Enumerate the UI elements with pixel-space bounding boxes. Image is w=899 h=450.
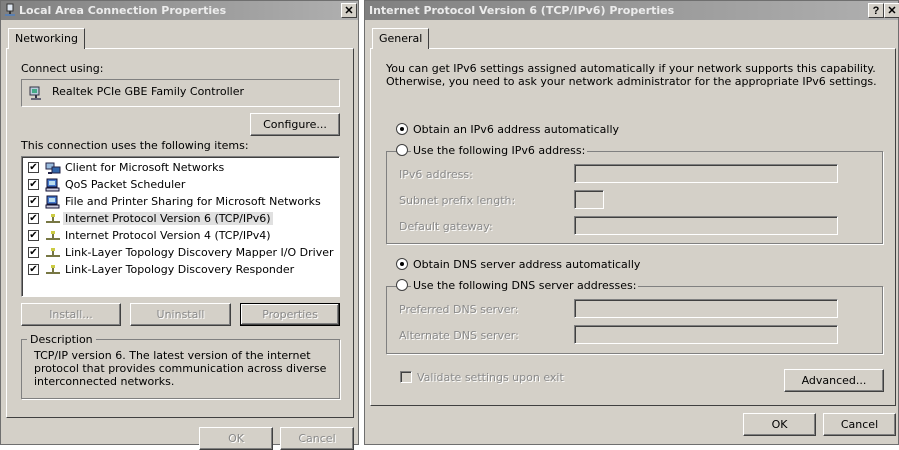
use-following-dns-radio[interactable] xyxy=(396,279,408,291)
right-title-bar[interactable]: Internet Protocol Version 6 (TCP/IPv6) P… xyxy=(365,1,898,20)
left-close-button[interactable]: ✕ xyxy=(341,3,357,18)
adapter-name: Realtek PCIe GBE Family Controller xyxy=(52,85,245,98)
list-item-label: Internet Protocol Version 4 (TCP/IPv4) xyxy=(65,229,271,242)
obtain-ipv6-auto-radio[interactable] xyxy=(396,123,408,135)
description-title: Description xyxy=(27,333,96,346)
uninstall-button[interactable]: Uninstall xyxy=(130,303,231,326)
tab-general[interactable]: General xyxy=(372,28,430,49)
item-checkbox[interactable]: ✔ xyxy=(28,264,39,275)
network-connection-icon xyxy=(4,3,16,17)
alternate-dns-label: Alternate DNS server: xyxy=(399,329,519,342)
obtain-dns-auto-label: Obtain DNS server address automatically xyxy=(413,258,641,271)
alternate-dns-field[interactable] xyxy=(574,325,838,344)
tab-general-label: General xyxy=(379,32,423,45)
properties-button[interactable]: Properties xyxy=(240,303,340,326)
list-item-label: Link-Layer Topology Discovery Mapper I/O… xyxy=(65,246,334,259)
help-button[interactable]: ? xyxy=(868,3,884,18)
network-adapter-icon xyxy=(28,85,44,101)
network-protocol-icon xyxy=(45,228,61,244)
item-checkbox[interactable]: ✔ xyxy=(28,179,39,190)
configure-button[interactable]: Configure... xyxy=(250,113,340,136)
item-checkbox[interactable]: ✔ xyxy=(28,196,39,207)
use-following-ipv6-radio[interactable] xyxy=(396,144,408,156)
connection-items-list[interactable]: ✔ Client for Microsoft Networks ✔ QoS Packe… xyxy=(21,156,340,297)
radio-selected-dot xyxy=(400,127,404,131)
install-button[interactable]: Install... xyxy=(21,303,121,326)
tab-networking[interactable]: Networking xyxy=(8,28,85,49)
network-service-icon xyxy=(45,177,61,193)
list-item-label: QoS Packet Scheduler xyxy=(65,178,186,191)
validate-settings-checkbox[interactable] xyxy=(400,371,412,383)
left-window-title: Local Area Connection Properties xyxy=(19,4,227,17)
obtain-ipv6-auto-label: Obtain an IPv6 address automatically xyxy=(413,123,620,136)
subnet-prefix-field[interactable] xyxy=(574,190,604,209)
radio-selected-dot xyxy=(400,262,404,266)
default-gateway-field[interactable] xyxy=(574,216,838,235)
obtain-dns-auto-radio[interactable] xyxy=(396,258,408,270)
left-title-bar[interactable]: Local Area Connection Properties xyxy=(1,1,358,20)
item-checkbox[interactable]: ✔ xyxy=(28,230,39,241)
list-item-label: Client for Microsoft Networks xyxy=(65,161,225,174)
list-item-label: Internet Protocol Version 6 (TCP/IPv6) xyxy=(63,212,273,225)
network-protocol-icon xyxy=(45,262,61,278)
right-window-title: Internet Protocol Version 6 (TCP/IPv6) P… xyxy=(369,4,675,17)
network-protocol-icon xyxy=(45,211,61,227)
tab-networking-label: Networking xyxy=(15,32,78,45)
default-gateway-label: Default gateway: xyxy=(399,220,493,233)
preferred-dns-label: Preferred DNS server: xyxy=(399,303,519,316)
right-ok-button[interactable]: OK xyxy=(743,413,816,436)
right-close-button[interactable]: ✕ xyxy=(884,3,899,18)
ipv6-address-field[interactable] xyxy=(574,164,838,183)
item-checkbox[interactable]: ✔ xyxy=(28,162,39,173)
list-item-label: Link-Layer Topology Discovery Responder xyxy=(65,263,295,276)
ipv6-address-label: IPv6 address: xyxy=(399,168,473,181)
item-checkbox[interactable]: ✔ xyxy=(28,247,39,258)
connect-using-label: Connect using: xyxy=(21,62,104,75)
intro-text-line2: Otherwise, you need to ask your network … xyxy=(386,75,877,88)
ipv6-properties-window: Internet Protocol Version 6 (TCP/IPv6) P… xyxy=(364,0,899,445)
network-protocol-icon xyxy=(45,245,61,261)
network-service-icon xyxy=(45,194,61,210)
items-label: This connection uses the following items… xyxy=(21,139,249,152)
advanced-button[interactable]: Advanced... xyxy=(784,369,884,392)
right-cancel-button[interactable]: Cancel xyxy=(823,413,896,436)
intro-text-line1: You can get IPv6 settings assigned autom… xyxy=(386,62,876,75)
network-client-icon xyxy=(45,160,61,176)
item-checkbox[interactable]: ✔ xyxy=(28,213,39,224)
left-ok-button[interactable]: OK xyxy=(199,427,273,450)
validate-settings-label: Validate settings upon exit xyxy=(417,371,564,384)
preferred-dns-field[interactable] xyxy=(574,299,838,318)
subnet-prefix-label: Subnet prefix length: xyxy=(399,194,516,207)
adapter-box: Realtek PCIe GBE Family Controller xyxy=(21,79,340,107)
use-following-dns-label: Use the following DNS server addresses: xyxy=(411,279,639,292)
list-item-label: File and Printer Sharing for Microsoft N… xyxy=(65,195,321,208)
description-text: TCP/IP version 6. The latest version of … xyxy=(34,349,327,388)
local-area-connection-properties-window: Local Area Connection Properties ✕ Netwo… xyxy=(0,0,359,450)
left-cancel-button[interactable]: Cancel xyxy=(280,427,354,450)
use-following-ipv6-label: Use the following IPv6 address: xyxy=(411,144,588,157)
